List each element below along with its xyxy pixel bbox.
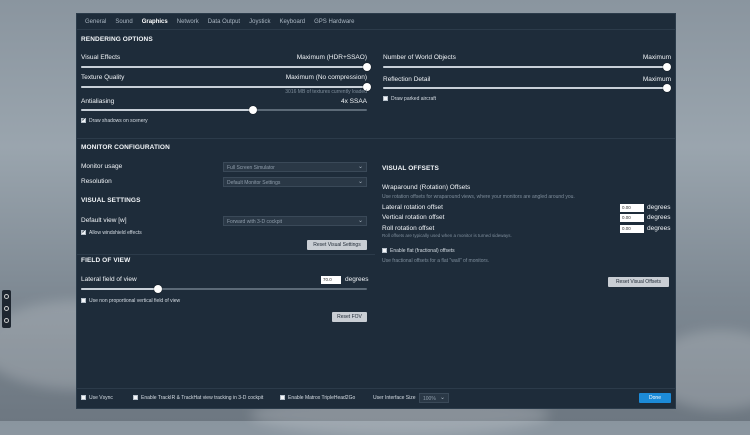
chevron-down-icon: ⌄: [357, 164, 363, 170]
chevron-down-icon: ⌄: [357, 218, 363, 224]
footer-divider: [77, 388, 675, 389]
texture-quality-label: Texture Quality: [81, 74, 125, 81]
slider-knob[interactable]: [154, 285, 163, 293]
allow-windshield-checkbox[interactable]: [81, 229, 86, 235]
chevron-down-icon: ⌄: [439, 395, 445, 401]
world-objects-label: Number of World Objects: [383, 54, 456, 61]
reset-fov-button[interactable]: Reset FOV: [332, 312, 367, 322]
roll-rotation-label: Roll rotation offset: [382, 225, 435, 232]
flat-offsets-label: Enable flat (fractional) offsets: [390, 248, 455, 254]
visual-offsets-header: VISUAL OFFSETS: [382, 165, 439, 172]
draw-parked-checkbox[interactable]: [383, 96, 388, 101]
default-view-value: Forward with 3-D cockpit: [227, 218, 283, 225]
monitor-usage-value: Full Screen Simulator: [227, 164, 275, 171]
draw-parked-label: Draw parked aircraft: [391, 96, 437, 102]
wraparound-title: Wraparound (Rotation) Offsets: [382, 184, 471, 191]
vertical-rotation-units: degrees: [647, 214, 671, 221]
flat-offsets-checkbox[interactable]: [382, 248, 387, 253]
circle-icon: [4, 306, 9, 311]
non-proportional-fov-checkbox[interactable]: [81, 298, 86, 303]
lateral-fov-slider[interactable]: [81, 285, 367, 293]
visual-effects-label: Visual Effects: [81, 54, 121, 61]
section-divider: [77, 138, 675, 139]
chevron-down-icon: ⌄: [357, 179, 363, 185]
visual-effects-value: Maximum (HDR+SSAO): [296, 54, 367, 61]
reflection-detail-slider[interactable]: [383, 84, 671, 92]
matrox-label: Enable Matrox TripleHead2Go: [288, 395, 356, 401]
field-of-view-header: FIELD OF VIEW: [81, 257, 131, 264]
tab-joystick[interactable]: Joystick: [245, 16, 275, 29]
tab-network[interactable]: Network: [173, 16, 204, 29]
wraparound-description: Use rotation offsets for wraparound view…: [382, 194, 575, 200]
slider-knob[interactable]: [248, 106, 257, 114]
resolution-dropdown[interactable]: Default Monitor Settings ⌄: [223, 177, 367, 187]
antialiasing-slider[interactable]: [81, 106, 367, 114]
reset-visual-offsets-button[interactable]: Reset Visual Offsets: [608, 277, 669, 287]
antialiasing-label: Antialiasing: [81, 98, 115, 105]
tab-sound[interactable]: Sound: [111, 16, 137, 29]
monitor-usage-dropdown[interactable]: Full Screen Simulator ⌄: [223, 162, 367, 172]
lateral-rotation-units: degrees: [647, 204, 671, 211]
world-objects-slider[interactable]: [383, 63, 671, 71]
default-view-dropdown[interactable]: Forward with 3-D cockpit ⌄: [223, 216, 367, 226]
trackir-label: Enable TrackIR & TrackHat view tracking …: [141, 395, 264, 401]
visual-settings-header: VISUAL SETTINGS: [81, 197, 141, 204]
texture-quality-slider[interactable]: [81, 83, 371, 91]
tab-graphics[interactable]: Graphics: [137, 16, 173, 30]
lateral-fov-units: degrees: [345, 276, 369, 283]
tab-gps-hardware[interactable]: GPS Hardware: [310, 16, 359, 29]
left-edge-widget[interactable]: [2, 290, 11, 328]
circle-icon: [4, 294, 9, 299]
matrox-checkbox[interactable]: [280, 395, 285, 400]
slider-knob[interactable]: [363, 63, 371, 71]
vsync-label: Use Vsync: [89, 395, 113, 401]
ui-size-dropdown[interactable]: 100% ⌄: [419, 393, 449, 403]
lateral-rotation-input[interactable]: 0.00: [620, 204, 644, 212]
roll-rotation-input[interactable]: 0.00: [620, 225, 644, 233]
reflection-detail-value: Maximum: [642, 76, 671, 83]
monitor-usage-label: Monitor usage: [81, 163, 123, 170]
circle-icon: [4, 318, 9, 323]
slider-knob[interactable]: [663, 63, 671, 71]
monitor-config-header: MONITOR CONFIGURATION: [81, 144, 170, 151]
draw-shadows-label: Draw shadows on scenery: [89, 118, 148, 124]
lateral-fov-input[interactable]: 70.0: [321, 276, 341, 284]
tab-general[interactable]: General: [81, 16, 111, 29]
vertical-rotation-label: Vertical rotation offset: [382, 214, 445, 221]
draw-shadows-checkbox[interactable]: [81, 117, 86, 123]
slider-knob[interactable]: [663, 84, 671, 92]
ui-size-label: User Interface Size: [373, 395, 416, 401]
lateral-rotation-label: Lateral rotation offset: [382, 204, 443, 211]
tab-bar: General Sound Graphics Network Data Output Jo…: [81, 16, 360, 30]
ui-size-value: 100%: [423, 395, 436, 402]
flat-offsets-description: Use fractional offsets for a flat "wall"…: [382, 258, 490, 264]
default-view-label: Default view [w]: [81, 217, 127, 224]
texture-quality-value: Maximum (No compression): [285, 74, 367, 81]
allow-windshield-label: Allow windshield effects: [89, 230, 142, 236]
tab-divider: [77, 29, 675, 30]
lateral-fov-label: Lateral field of view: [81, 276, 137, 283]
roll-rotation-units: degrees: [647, 225, 671, 232]
non-proportional-fov-label: Use non proportional vertical field of v…: [89, 298, 181, 304]
section-divider: [77, 254, 375, 255]
settings-window: General Sound Graphics Network Data Output Jo…: [76, 13, 676, 409]
visual-effects-slider[interactable]: [81, 63, 371, 71]
vertical-rotation-input[interactable]: 0.00: [620, 214, 644, 222]
reset-visual-settings-button[interactable]: Reset Visual Settings: [307, 240, 367, 250]
vsync-checkbox[interactable]: [81, 395, 86, 400]
tab-keyboard[interactable]: Keyboard: [275, 16, 310, 29]
antialiasing-value: 4x SSAA: [340, 98, 367, 105]
trackir-checkbox[interactable]: [133, 395, 138, 400]
roll-offset-note: Roll offsets are typically used when a m…: [382, 233, 512, 238]
world-objects-value: Maximum: [642, 54, 671, 61]
tab-data-output[interactable]: Data Output: [204, 16, 245, 29]
rendering-options-header: RENDERING OPTIONS: [81, 36, 153, 43]
reflection-detail-label: Reflection Detail: [383, 76, 431, 83]
resolution-label: Resolution: [81, 178, 112, 185]
texture-memory-note: 3016 MB of textures currently loaded: [285, 89, 367, 95]
done-button[interactable]: Done: [639, 393, 671, 403]
resolution-value: Default Monitor Settings: [227, 179, 281, 186]
